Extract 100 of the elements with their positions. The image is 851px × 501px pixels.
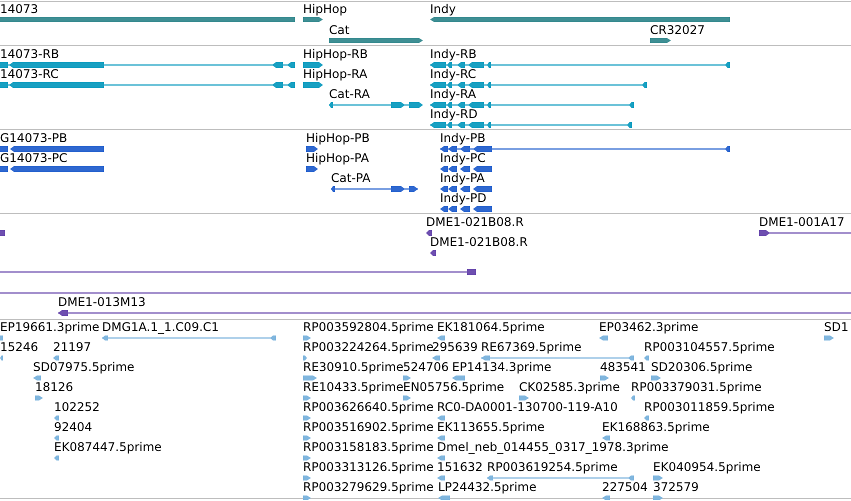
feature-arrow: [650, 38, 671, 43]
feature-arrow: [602, 496, 610, 500]
feature-label: Cat-RA: [329, 87, 370, 101]
feature-label: Indy-PD: [440, 191, 486, 205]
feature-label: EP19661.3prime: [0, 320, 100, 334]
feature-label: G14073-PC: [0, 151, 68, 165]
feature-arrow: [432, 356, 440, 360]
feature-label: DME1-021B08.R: [430, 235, 528, 249]
feature-label: EK087447.5prime: [54, 440, 162, 454]
feature-arrow: [403, 396, 411, 400]
feature-label: EK113655.5prime: [437, 420, 545, 434]
feature-label: G14073-PB: [0, 131, 68, 145]
feature-label: 483541: [600, 360, 646, 374]
feature-label: 18126: [35, 380, 74, 394]
feature-label: SD07975.5prime: [33, 360, 134, 374]
feature-label: Indy-RB: [430, 47, 477, 61]
feature-label: HipHop-RB: [303, 47, 368, 61]
feature-arrow: [653, 476, 663, 480]
feature-arrow: [54, 436, 59, 440]
feature-label: EP03462.3prime: [599, 320, 698, 334]
feature-label: 15246: [0, 340, 38, 354]
feature-label: Indy-RA: [430, 87, 476, 101]
feature-label: RP003104557.5prime: [644, 340, 775, 354]
feature-arrow: [437, 416, 445, 420]
feature-label: DME1-013M13: [58, 295, 146, 309]
feature-label: 14073-RB: [0, 47, 60, 61]
feature-arrow: [306, 166, 318, 172]
feature-label: Indy-RC: [430, 67, 476, 81]
feature-label: Indy-RD: [430, 107, 478, 121]
feature-label: 151632: [437, 460, 483, 474]
feature-arrow: [438, 496, 450, 500]
feature-label: HipHop-RA: [303, 67, 368, 81]
feature-arrow: [303, 336, 311, 340]
feature-arrow: [53, 356, 59, 360]
feature-label: RP003626640.5prime: [303, 400, 434, 414]
feature-arrow: [54, 456, 59, 460]
feature-label: 14073-RC: [0, 67, 59, 81]
feature-arrow: [452, 376, 465, 380]
feature-label: RE10433.5prime: [303, 380, 404, 394]
feature-arrow: [403, 376, 411, 380]
feature-arrow: [303, 82, 323, 88]
feature-label: 14073: [0, 2, 38, 16]
feature-label: 524706: [403, 360, 449, 374]
feature-label: RP003279629.5prime: [303, 480, 434, 494]
feature-label: EK040954.5prime: [653, 460, 761, 474]
feature-arrow: [824, 336, 834, 340]
feature-label: HipHop: [303, 2, 347, 16]
feature-arrow: [303, 496, 311, 500]
feature-label: RE67369.5prime: [481, 340, 582, 354]
feature-label: EN05756.5prime: [403, 380, 504, 394]
feature-arrow: [303, 456, 311, 460]
feature-arrow: [437, 476, 445, 480]
feature-label: EK168863.5prime: [602, 420, 710, 434]
feature-label: RE30910.5prime: [303, 360, 404, 374]
feature-label: Indy-PA: [440, 171, 485, 185]
feature-arrow: [653, 496, 663, 500]
feature-label: CR32027: [650, 23, 705, 37]
feature-label: Indy: [430, 2, 456, 16]
feature-arrow: [303, 416, 311, 420]
feature-arrow: [440, 206, 492, 212]
feature-arrow: [644, 416, 649, 420]
feature-arrow: [306, 146, 318, 152]
feature-label: EK181064.5prime: [437, 320, 545, 334]
feature-label: CK02585.3prime: [519, 380, 620, 394]
feature-arrow: [0, 356, 3, 360]
feature-arrow: [440, 186, 492, 192]
feature-label: Cat-PA: [331, 171, 370, 185]
feature-arrow: [303, 17, 323, 22]
feature-arrow: [437, 436, 445, 440]
feature-arrow: [519, 396, 529, 400]
feature-arrow: [602, 436, 610, 440]
feature-label: RP003592804.5prime: [303, 320, 434, 334]
feature-label: RP003379031.5prime: [631, 380, 762, 394]
feature-label: Indy-PC: [440, 151, 486, 165]
feature-label: 102252: [54, 400, 100, 414]
feature-label: 295639: [432, 340, 478, 354]
feature-label: EP14134.3prime: [452, 360, 552, 374]
feature-arrow: [651, 376, 661, 380]
feature-arrow: [33, 376, 41, 380]
feature-arrow: [303, 476, 311, 480]
feature-arrow: [54, 416, 59, 420]
feature-arrow: [599, 336, 608, 340]
feature-arrow: [303, 376, 317, 380]
feature-arrow: [437, 336, 445, 340]
feature-arrow: [600, 376, 609, 380]
feature-label: 21197: [53, 340, 92, 354]
feature-label: 92404: [54, 420, 92, 434]
feature-label: RP003011859.5prime: [644, 400, 775, 414]
feature-label: RC0-DA0001-130700-119-A10: [437, 400, 618, 414]
feature-label: Cat: [329, 23, 350, 37]
feature-label: RP003224264.5prime: [303, 340, 434, 354]
feature-label: 227504: [602, 480, 648, 494]
feature-arrow: [35, 396, 43, 400]
feature-label: RP003158183.5prime: [303, 440, 434, 454]
feature-arrow: [303, 436, 311, 440]
feature-arrow: [430, 250, 436, 256]
feature-arrow: [303, 356, 307, 360]
feature-arrow: [631, 396, 635, 400]
feature-label: DMG1A.1_1.C09.C1: [102, 320, 219, 334]
feature-label: LP24432.5prime: [438, 480, 537, 494]
